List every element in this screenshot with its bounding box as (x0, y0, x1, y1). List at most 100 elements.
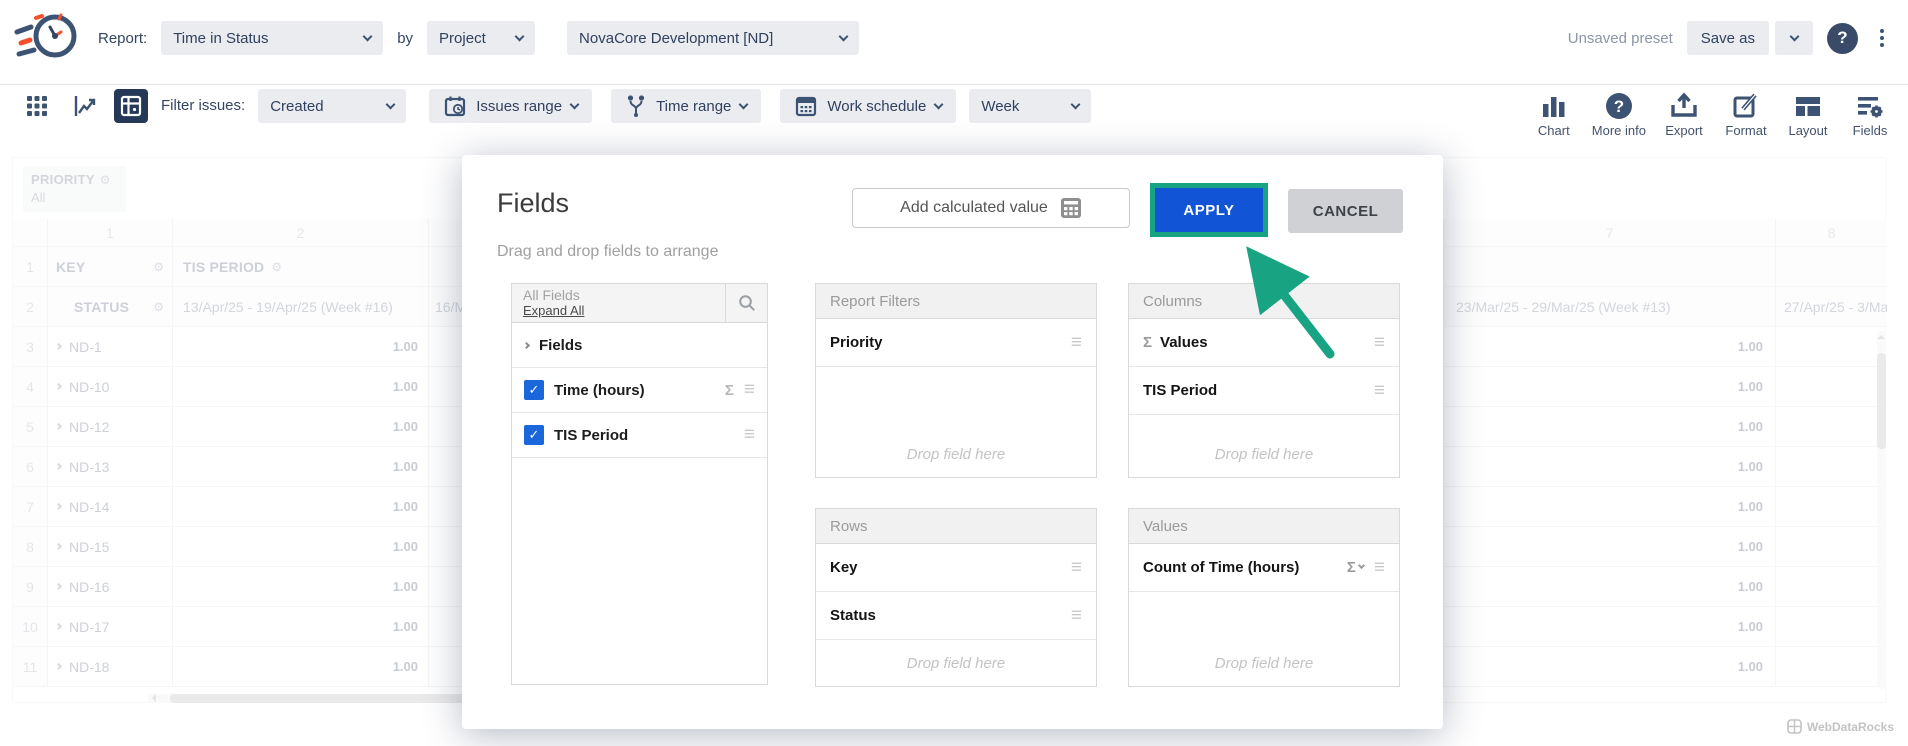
chevron-down-icon (570, 99, 580, 109)
row-key[interactable]: ND-1 (48, 327, 173, 367)
value-cell: 1.00 (1444, 367, 1776, 407)
expand-row-icon[interactable] (55, 663, 62, 670)
period-select[interactable]: Week (969, 89, 1091, 123)
gear-icon[interactable]: ⚙ (153, 261, 164, 273)
filter-field-priority[interactable]: Priority ≡ (816, 319, 1096, 367)
column-field-tis-period[interactable]: TIS Period ≡ (1129, 367, 1399, 415)
row-number: 4 (13, 367, 48, 407)
row-key[interactable]: ND-12 (48, 407, 173, 447)
chevron-down-icon (739, 99, 749, 109)
grid-view-button[interactable] (20, 89, 54, 123)
row-key[interactable]: ND-16 (48, 567, 173, 607)
expand-row-icon[interactable] (55, 463, 62, 470)
expand-row-icon[interactable] (55, 623, 62, 630)
layout-action-button[interactable]: Layout (1784, 89, 1832, 138)
cancel-button[interactable]: CANCEL (1288, 189, 1403, 233)
field-item-tis-period[interactable]: ✓ TIS Period ≡ (512, 413, 767, 458)
drag-handle-icon[interactable]: ≡ (1071, 332, 1082, 354)
drag-handle-icon[interactable]: ≡ (1374, 332, 1385, 354)
row-field-status[interactable]: Status ≡ (816, 592, 1096, 640)
row-key[interactable]: ND-10 (48, 367, 173, 407)
drag-handle-icon[interactable]: ≡ (1374, 380, 1385, 402)
drop-zone[interactable]: Drop field here (816, 640, 1096, 686)
priority-filter-tile[interactable]: PRIORITY⚙ All (23, 166, 126, 212)
chevron-down-icon (934, 99, 944, 109)
values-box: Values Count of Time (hours) Σ ≡ Drop fi… (1128, 508, 1400, 687)
drag-handle-icon[interactable]: ≡ (1374, 557, 1385, 579)
drag-handle-icon[interactable]: ≡ (744, 379, 755, 401)
svg-text:?: ? (1614, 97, 1624, 116)
report-filters-box: Report Filters Priority ≡ Drop field her… (815, 283, 1097, 478)
drag-handle-icon[interactable]: ≡ (1071, 557, 1082, 579)
row-field-key[interactable]: Key ≡ (816, 544, 1096, 592)
row-key[interactable]: ND-18 (48, 647, 173, 687)
vertical-scrollbar[interactable] (1877, 331, 1886, 689)
help-button[interactable]: ? (1827, 23, 1858, 54)
expand-row-icon[interactable] (55, 583, 62, 590)
chevron-down-icon (1358, 562, 1365, 569)
drop-zone[interactable]: Drop field here (1129, 415, 1399, 477)
issues-range-button[interactable]: Issues range (429, 89, 592, 123)
add-calculated-value-button[interactable]: Add calculated value (852, 188, 1130, 228)
sigma-icon[interactable]: Σ (725, 382, 734, 399)
row-number: 11 (13, 647, 48, 687)
gear-icon[interactable]: ⚙ (100, 174, 111, 186)
bar-chart-icon (1539, 91, 1569, 121)
drag-handle-icon[interactable]: ≡ (1071, 605, 1082, 627)
checkbox-checked[interactable]: ✓ (524, 425, 544, 445)
save-as-button[interactable]: Save as (1687, 21, 1769, 55)
time-range-button[interactable]: Time range (611, 89, 761, 123)
more-menu-button[interactable] (1872, 25, 1892, 51)
save-as-dropdown-button[interactable] (1775, 21, 1813, 55)
drop-zone[interactable]: Drop field here (816, 367, 1096, 477)
gear-icon[interactable]: ⚙ (271, 261, 282, 273)
row-key[interactable]: ND-14 (48, 487, 173, 527)
scrollbar-thumb[interactable] (1877, 353, 1886, 449)
expand-row-icon[interactable] (55, 543, 62, 550)
value-cell: 1.00 (1444, 447, 1776, 487)
drop-zone[interactable]: Drop field here (1129, 592, 1399, 686)
expand-all-link[interactable]: Expand All (523, 303, 725, 318)
aggregation-selector[interactable]: Σ (1347, 559, 1364, 576)
chart-view-button[interactable] (67, 89, 101, 123)
expand-row-icon[interactable] (55, 383, 62, 390)
checkbox-checked[interactable]: ✓ (524, 380, 544, 400)
row-key[interactable]: ND-17 (48, 607, 173, 647)
project-select[interactable]: NovaCore Development [ND] (567, 21, 859, 55)
expand-row-icon[interactable] (55, 503, 62, 510)
row-key[interactable]: ND-15 (48, 527, 173, 567)
line-chart-icon (71, 93, 97, 119)
drag-handle-icon[interactable]: ≡ (744, 424, 755, 446)
value-cell: 1.00 (173, 607, 429, 647)
chevron-down-icon (839, 31, 849, 41)
gear-icon[interactable]: ⚙ (153, 301, 164, 313)
view-toolbar: Filter issues: Created Issues range Time (0, 85, 1908, 157)
chevron-right-icon (523, 341, 530, 348)
question-circle-icon: ? (1604, 91, 1634, 121)
expand-row-icon[interactable] (55, 423, 62, 430)
work-schedule-button[interactable]: Work schedule (780, 89, 956, 123)
format-action-button[interactable]: Format (1722, 89, 1770, 138)
chevron-down-icon (1071, 99, 1081, 109)
expand-row-icon[interactable] (55, 343, 62, 350)
search-fields-button[interactable] (725, 284, 767, 322)
column-field-values[interactable]: Σ Values ≡ (1129, 319, 1399, 367)
report-type-select[interactable]: Time in Status (161, 21, 383, 55)
pivot-view-button[interactable] (114, 89, 148, 123)
chart-action-button[interactable]: Chart (1530, 89, 1578, 138)
more-info-action-button[interactable]: ? More info (1592, 89, 1646, 138)
grid-icon (26, 95, 48, 117)
apply-button[interactable]: APPLY (1155, 188, 1263, 232)
filter-field-select[interactable]: Created (258, 89, 406, 123)
rows-header: Rows (816, 509, 1096, 544)
field-item-time-hours[interactable]: ✓ Time (hours) Σ≡ (512, 368, 767, 413)
fields-action-button[interactable]: Fields (1846, 89, 1894, 138)
fields-group-row[interactable]: Fields (512, 323, 767, 368)
group-by-select[interactable]: Project (427, 21, 535, 55)
value-field-count-time-hours[interactable]: Count of Time (hours) Σ ≡ (1129, 544, 1399, 592)
value-cell: 1.00 (1444, 647, 1776, 687)
values-header: Values (1129, 509, 1399, 544)
app-logo-icon (14, 7, 80, 70)
export-action-button[interactable]: Export (1660, 89, 1708, 138)
row-key[interactable]: ND-13 (48, 447, 173, 487)
